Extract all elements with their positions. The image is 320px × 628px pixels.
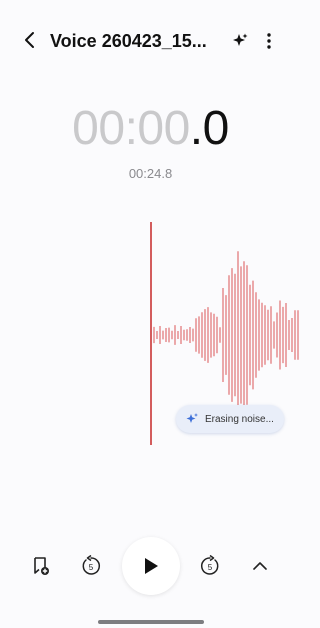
recording-title[interactable]: Voice 260423_15... xyxy=(50,30,220,52)
sparkle-icon xyxy=(233,33,248,46)
add-bookmark-button[interactable] xyxy=(29,554,53,578)
sparkle-icon xyxy=(186,413,198,423)
noise-erasing-chip: Erasing noise... xyxy=(176,405,284,433)
forward-button[interactable]: 5 xyxy=(198,554,222,578)
rewind-button[interactable]: 5 xyxy=(79,554,103,578)
rewind-5-icon: 5 xyxy=(82,555,100,575)
chip-label: Erasing noise... xyxy=(205,413,274,425)
bookmark-add-icon xyxy=(34,557,49,575)
more-options-button[interactable] xyxy=(258,30,280,52)
forward-5-icon: 5 xyxy=(201,555,219,575)
play-button[interactable] xyxy=(122,537,180,595)
playback-controls: 5 5 xyxy=(0,536,301,596)
ai-tools-button[interactable] xyxy=(229,30,251,52)
total-duration: 00:24.8 xyxy=(128,166,173,181)
playback-timer: 00:00.0 xyxy=(0,100,301,158)
timer-elapsed: 00:00 xyxy=(72,102,190,155)
more-vertical-icon xyxy=(267,33,271,49)
home-indicator[interactable] xyxy=(98,620,204,624)
app-header: Voice 260423_15... xyxy=(0,22,301,58)
back-button[interactable] xyxy=(16,28,44,52)
play-icon xyxy=(145,558,158,574)
chevron-up-icon xyxy=(253,562,267,570)
waveform-bars xyxy=(153,251,299,419)
chevron-left-icon xyxy=(25,32,34,48)
forward-seconds: 5 xyxy=(208,563,213,572)
chip-sparkle xyxy=(185,412,199,426)
timer-fraction: .0 xyxy=(189,102,230,155)
expand-button[interactable] xyxy=(248,554,272,578)
rewind-seconds: 5 xyxy=(89,563,94,572)
